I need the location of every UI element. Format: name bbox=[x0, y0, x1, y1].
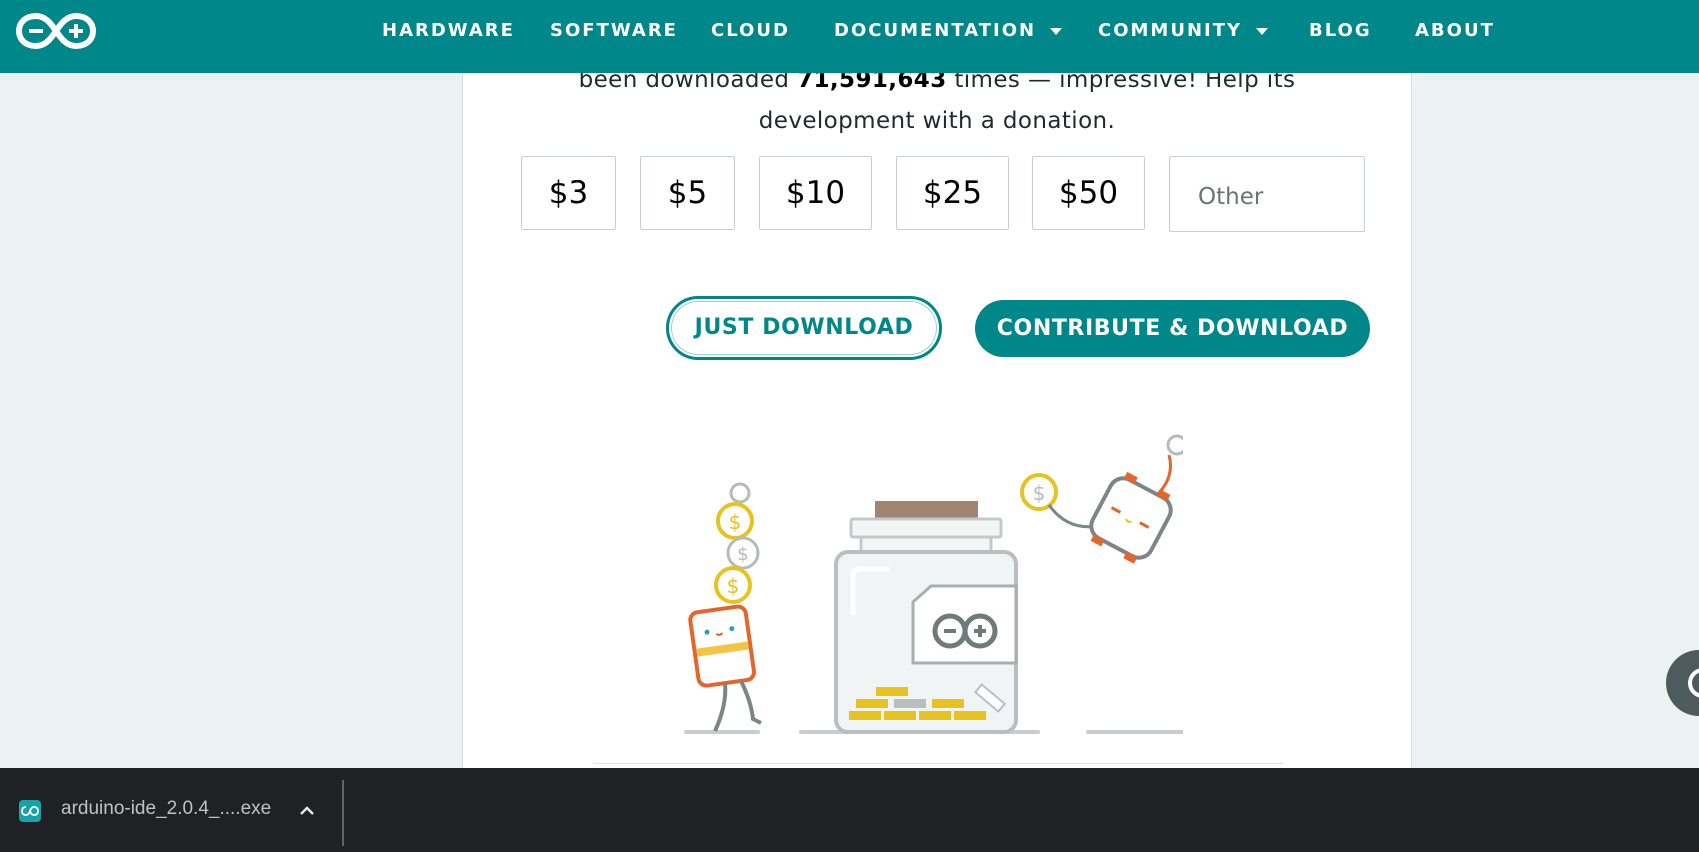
nav-blog[interactable]: BLOG bbox=[1309, 0, 1372, 62]
download-bar: arduino-ide_2.0.4_....exe bbox=[0, 768, 1699, 852]
donation-jar-icon bbox=[834, 501, 1018, 734]
other-amount-input[interactable] bbox=[1169, 156, 1365, 232]
nav-documentation-label: DOCUMENTATION bbox=[834, 20, 1037, 41]
amount-10-button[interactable]: $10 bbox=[759, 156, 872, 230]
svg-text:$: $ bbox=[1033, 481, 1046, 505]
download-card: been downloaded 71,591,643 times — impre… bbox=[462, 0, 1412, 768]
download-file-name[interactable]: arduino-ide_2.0.4_....exe bbox=[61, 798, 271, 820]
caret-down-icon bbox=[1050, 27, 1063, 35]
caret-down-icon bbox=[1256, 27, 1269, 35]
donation-jar-illustration: $ $ $ $ bbox=[684, 434, 1183, 734]
left-robot-icon: $ $ $ bbox=[688, 482, 762, 732]
svg-text:$: $ bbox=[737, 544, 748, 565]
arduino-file-icon bbox=[19, 800, 41, 822]
chevron-up-icon[interactable] bbox=[296, 800, 318, 822]
amount-3-button[interactable]: $3 bbox=[521, 156, 616, 230]
amount-50-button[interactable]: $50 bbox=[1032, 156, 1145, 230]
nav-software[interactable]: SOFTWARE bbox=[550, 0, 678, 62]
amount-25-button[interactable]: $25 bbox=[896, 156, 1009, 230]
nav-hardware[interactable]: HARDWARE bbox=[382, 0, 515, 62]
nav-community-label: COMMUNITY bbox=[1098, 20, 1243, 41]
download-bar-divider bbox=[342, 780, 344, 846]
nav-documentation[interactable]: DOCUMENTATION bbox=[834, 0, 1063, 62]
donation-text-line2: development with a donation. bbox=[758, 108, 1116, 134]
top-navigation: HARDWARE SOFTWARE CLOUD DOCUMENTATION CO… bbox=[0, 0, 1699, 73]
help-icon bbox=[1688, 668, 1699, 698]
card-divider bbox=[593, 763, 1283, 764]
nav-about[interactable]: ABOUT bbox=[1415, 0, 1495, 62]
right-robot-icon: $ bbox=[1020, 434, 1183, 564]
contribute-download-button[interactable]: CONTRIBUTE & DOWNLOAD bbox=[975, 300, 1370, 357]
help-widget-button[interactable] bbox=[1666, 650, 1699, 716]
just-download-button[interactable]: JUST DOWNLOAD bbox=[666, 296, 942, 360]
arduino-logo-icon[interactable] bbox=[16, 12, 96, 50]
nav-cloud[interactable]: CLOUD bbox=[711, 0, 790, 62]
svg-text:$: $ bbox=[729, 510, 742, 534]
svg-text:$: $ bbox=[727, 574, 740, 598]
nav-community[interactable]: COMMUNITY bbox=[1098, 0, 1269, 62]
amount-5-button[interactable]: $5 bbox=[640, 156, 735, 230]
